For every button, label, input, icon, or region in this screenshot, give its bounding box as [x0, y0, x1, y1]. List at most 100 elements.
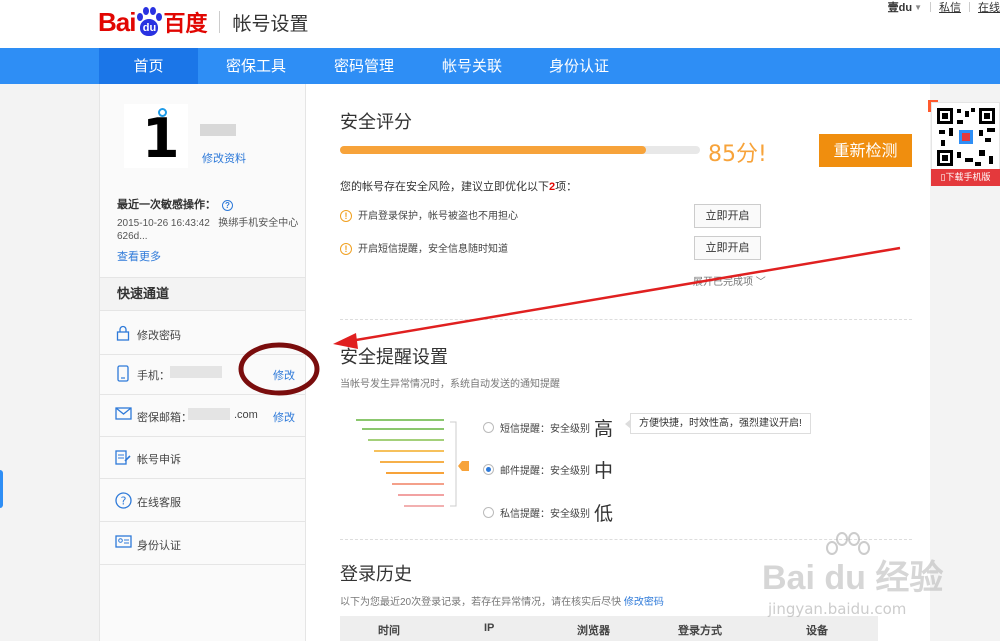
download-app-link[interactable]: ▯下载手机版 [931, 169, 1000, 186]
nav-password[interactable]: 密码管理 [315, 48, 413, 84]
quick-item-label: 帐号申诉 [137, 454, 181, 466]
enable-login-protect-button[interactable]: 立即开启 [694, 204, 761, 228]
risk-item-text: 开启登录保护，帐号被盗也不用担心 [358, 211, 518, 222]
mail-icon [115, 407, 132, 423]
paw-icon: du [136, 7, 163, 37]
lock-icon [115, 325, 131, 341]
reminder-option-mail[interactable]: 邮件提醒：安全级别 中 [483, 456, 613, 483]
recent-op-title: 最近一次敏感操作：? [117, 196, 233, 212]
reminder-desc: 当帐号发生异常情况时，系统自动发送的通知提醒 [340, 379, 560, 390]
risk-item: ! 开启短信提醒，安全信息随时知道 [340, 240, 508, 256]
warning-icon: ! [340, 243, 352, 256]
sidebar: 1 修改资料 最近一次敏感操作：? 2015-10-26 16:43:42 换绑… [99, 84, 306, 641]
help-icon[interactable]: ? [222, 199, 233, 211]
side-handle[interactable] [0, 470, 3, 508]
level-medium: 中 [594, 460, 614, 482]
risk-item-text: 开启短信提醒，安全信息随时知道 [358, 244, 508, 255]
help-circle-icon: ? [115, 492, 132, 509]
download-label: 下载手机版 [945, 172, 991, 182]
reminder-option-label: 邮件提醒：安全级别 [500, 466, 590, 477]
edit-email-link[interactable]: 修改 [273, 409, 295, 425]
col-time: 时间 [378, 625, 400, 637]
reminder-option-label: 私信提醒：安全级别 [500, 509, 590, 520]
reminder-option-sms[interactable]: 短信提醒：安全级别 高 [483, 414, 613, 441]
change-password-link[interactable]: 修改密码 [624, 597, 664, 608]
chevron-down-icon[interactable]: ▼ [914, 3, 922, 12]
watermark-brand: Bai du 经验 [762, 559, 944, 597]
top-links: 壹du ▼ 私信 在线 [888, 0, 1000, 14]
quick-channel-title: 快速通道 [100, 277, 305, 311]
recent-op-detail: 2015-10-26 16:43:42 换绑手机安全中心626d... [117, 217, 302, 243]
reminder-title: 安全提醒设置 [340, 347, 448, 368]
svg-text:?: ? [121, 495, 127, 508]
chevron-down-icon: ﹀ [755, 277, 766, 288]
risk-suffix: 项： [555, 181, 578, 193]
risk-item: ! 开启登录保护，帐号被盗也不用担心 [340, 207, 518, 223]
blurred-username [200, 124, 236, 136]
logo-cn: 百度 [163, 12, 208, 37]
appeal-icon [115, 449, 131, 465]
radio-mail[interactable] [483, 464, 494, 475]
reminder-option-message[interactable]: 私信提醒：安全级别 低 [483, 499, 613, 526]
divider [340, 319, 912, 320]
sms-tip: 方便快捷，时效性高，强烈建议开启! [625, 413, 811, 434]
quick-item-label: 手机： [137, 370, 170, 382]
page-title: 帐号设置 [232, 12, 309, 35]
quick-item-email[interactable]: 密保邮箱： .com 修改 [100, 394, 305, 437]
col-ip: IP [484, 622, 495, 634]
main-nav: 首页 密保工具 密码管理 帐号关联 身份认证 [0, 48, 1000, 84]
quick-item-label: 身份认证 [137, 540, 181, 552]
nav-identity[interactable]: 身份认证 [530, 48, 628, 84]
enable-sms-alert-button[interactable]: 立即开启 [694, 236, 761, 260]
online-link[interactable]: 在线 [978, 0, 1000, 15]
radio-message[interactable] [483, 507, 494, 518]
risk-summary: 您的帐号存在安全风险，建议立即优化以下2项： [340, 178, 577, 194]
see-more-link[interactable]: 查看更多 [117, 248, 161, 264]
recheck-button[interactable]: 重新检测 [819, 134, 912, 167]
quick-item-label: 密保邮箱： [137, 412, 192, 424]
header: Bai du 百度 帐号设置 壹du ▼ 私信 在线 [0, 0, 1000, 48]
level-low: 低 [594, 503, 614, 525]
reminder-option-label: 短信提醒：安全级别 [500, 424, 590, 435]
quick-item-phone[interactable]: 手机： 修改 [100, 352, 305, 395]
phone-icon [115, 365, 131, 382]
avatar-glyph: 1 [142, 107, 180, 170]
risk-prefix: 您的帐号存在安全风险，建议立即优化以下 [340, 181, 549, 193]
expand-completed-link[interactable]: 展开已完成项 ﹀ [693, 273, 766, 288]
quick-item-identity[interactable]: 身份认证 [100, 522, 305, 565]
col-browser: 浏览器 [577, 625, 610, 637]
blurred-phone [170, 366, 222, 378]
history-desc-text: 以下为您最近20次登录记录，若存在异常情况，请在核实后尽快 [340, 597, 622, 608]
security-score: 85分! [708, 142, 767, 167]
edit-phone-link[interactable]: 修改 [273, 367, 295, 383]
level-high: 高 [594, 418, 614, 440]
baidu-logo[interactable]: Bai du 百度 帐号设置 [98, 2, 309, 42]
nav-account-link[interactable]: 帐号关联 [423, 48, 521, 84]
quick-item-change-password[interactable]: 修改密码 [100, 312, 305, 355]
col-login-method: 登录方式 [678, 625, 722, 637]
watermark-url: jingyan.baidu.com [768, 600, 907, 618]
message-link[interactable]: 私信 [939, 0, 961, 15]
recent-op-label: 最近一次敏感操作： [117, 199, 216, 211]
quick-item-label: 在线客服 [137, 497, 181, 509]
username-menu[interactable]: 壹du [888, 0, 912, 15]
divider [930, 2, 931, 12]
login-history-desc: 以下为您最近20次登录记录，若存在异常情况，请在核实后尽快 修改密码 [340, 593, 664, 608]
score-progress-bar [340, 146, 700, 154]
logo-bai: Bai [98, 6, 136, 37]
avatar[interactable]: 1 [124, 104, 188, 168]
quick-item-appeal[interactable]: 帐号申诉 [100, 436, 305, 479]
quick-item-online-service[interactable]: ? 在线客服 [100, 479, 305, 522]
radio-sms[interactable] [483, 422, 494, 433]
id-card-icon [115, 535, 132, 551]
nav-security-tools[interactable]: 密保工具 [205, 48, 307, 84]
edit-profile-link[interactable]: 修改资料 [202, 150, 246, 166]
expand-label: 展开已完成项 [693, 277, 753, 288]
login-history-title: 登录历史 [340, 564, 412, 585]
logo-du: du [140, 19, 159, 36]
divider [969, 2, 970, 12]
nav-home[interactable]: 首页 [99, 48, 198, 84]
security-score-title: 安全评分 [340, 112, 412, 133]
baidu-jingyan-watermark: Bai du 经验 jingyan.baidu.com [762, 532, 992, 632]
email-suffix: .com [234, 409, 258, 421]
